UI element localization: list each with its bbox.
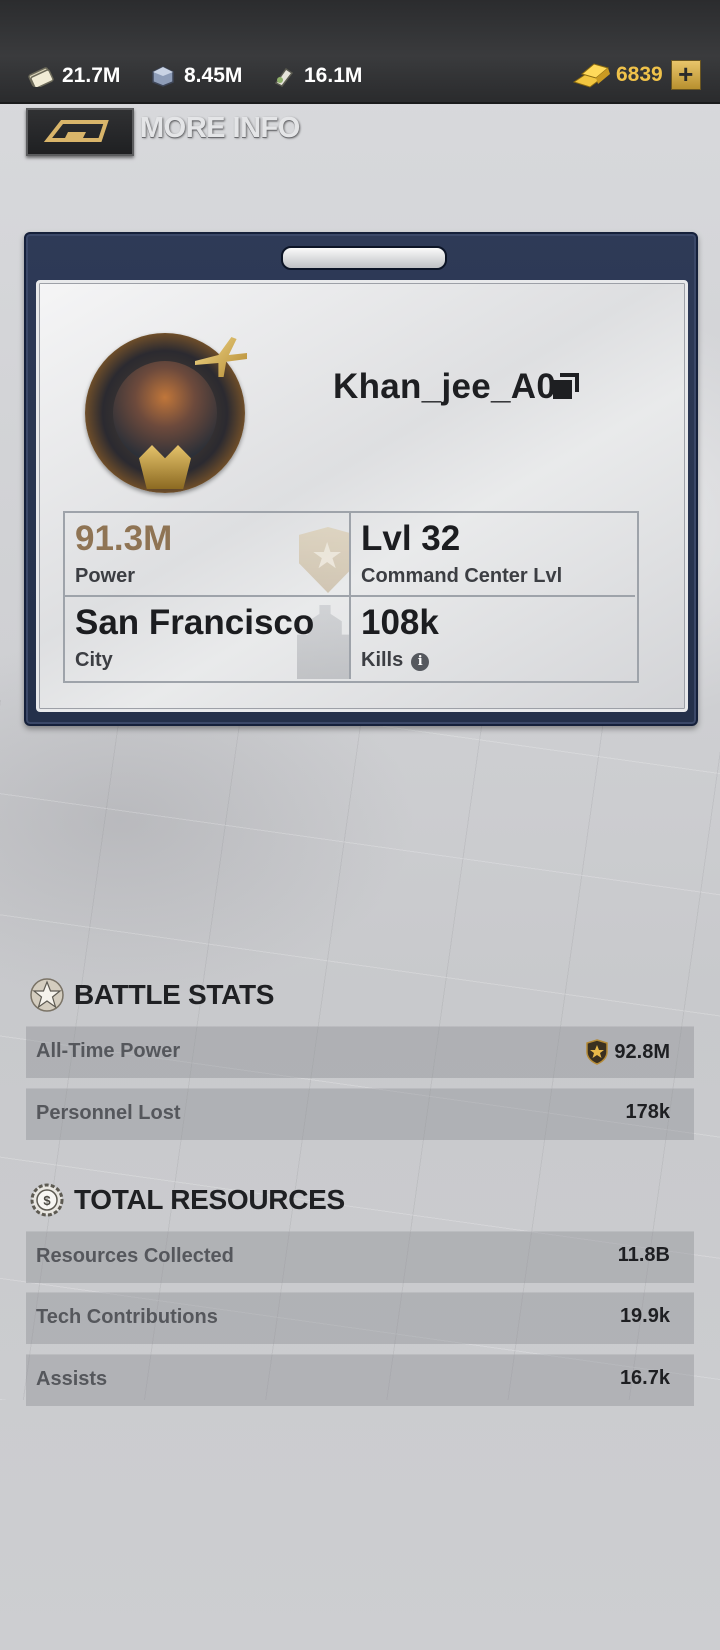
kills-value: 108k xyxy=(361,603,439,642)
resources-collected-row: Resources Collected 11.8B xyxy=(26,1231,694,1283)
row-label: All-Time Power xyxy=(36,1040,181,1062)
city-label: City xyxy=(75,649,113,671)
all-time-power-row: All-Time Power 92.8M xyxy=(26,1026,694,1078)
food-icon xyxy=(274,67,294,87)
profile-stats-grid: 91.3M Power Lvl 32 Command Center Lvl Sa… xyxy=(63,511,639,683)
cash-icon xyxy=(28,67,54,87)
kills-label: Kills xyxy=(361,649,404,671)
player-name: Khan_jee_A0 xyxy=(333,367,557,406)
city-value: San Francisco xyxy=(75,603,315,642)
card-slot xyxy=(281,246,447,270)
row-value: 16.7k xyxy=(619,1367,670,1389)
cash-value: 21.7M xyxy=(62,64,121,87)
iron-value: 8.45M xyxy=(184,64,243,87)
command-center-stat: Lvl 32 Command Center Lvl xyxy=(351,513,635,597)
info-icon[interactable]: i xyxy=(411,653,430,671)
power-label: Power xyxy=(75,565,136,587)
coin-gear-icon: $ xyxy=(30,1183,64,1217)
gold-value: 6839 xyxy=(616,63,663,86)
row-label: Assists xyxy=(36,1368,108,1390)
battle-stats-header: BATTLE STATS xyxy=(30,978,274,1012)
cash-resource[interactable]: 21.7M xyxy=(28,62,120,90)
assists-row: Assists 16.7k xyxy=(26,1354,694,1406)
avatar-portrait xyxy=(113,361,217,465)
card-body: Khan_jee_A0 91.3M Power Lvl 32 Command C… xyxy=(36,280,688,712)
kills-label-row: Kills i xyxy=(361,649,430,672)
profile-card: Khan_jee_A0 91.3M Power Lvl 32 Command C… xyxy=(24,232,698,726)
back-button[interactable] xyxy=(26,108,134,156)
food-resource[interactable]: 16.1M xyxy=(270,62,362,90)
power-value: 91.3M xyxy=(75,519,173,558)
power-shield-icon xyxy=(586,1039,609,1065)
star-icon xyxy=(30,978,64,1012)
row-value: 11.8B xyxy=(617,1244,670,1266)
total-resources-header: $ TOTAL RESOURCES xyxy=(30,1183,345,1217)
page-title: MORE INFO xyxy=(140,112,300,144)
city-stat: San Francisco City xyxy=(65,597,351,679)
shield-watermark-icon xyxy=(299,527,349,593)
copy-icon[interactable] xyxy=(551,371,581,401)
tech-contributions-row: Tech Contributions 19.9k xyxy=(26,1292,694,1344)
iron-resource[interactable]: 8.45M xyxy=(150,62,242,90)
add-gold-button[interactable]: + xyxy=(670,60,701,90)
kills-stat: 108k Kills i xyxy=(351,597,635,679)
battle-stats-title: BATTLE STATS xyxy=(74,979,275,1010)
gold-display[interactable]: 6839 + xyxy=(572,60,701,90)
back-arrow-icon xyxy=(43,120,109,142)
total-resources-title: TOTAL RESOURCES xyxy=(74,1184,345,1215)
row-label: Resources Collected xyxy=(36,1245,234,1267)
row-value: 19.9k xyxy=(619,1305,670,1327)
food-value: 16.1M xyxy=(304,64,363,87)
row-value: 178k xyxy=(625,1101,671,1123)
row-value: 92.8M xyxy=(614,1040,670,1063)
level-label: Command Center Lvl xyxy=(361,565,563,587)
svg-text:$: $ xyxy=(43,1193,51,1208)
avatar[interactable] xyxy=(85,333,247,493)
power-stat: 91.3M Power xyxy=(65,513,351,597)
personnel-lost-row: Personnel Lost 178k xyxy=(26,1088,694,1140)
gold-bars-icon xyxy=(572,63,610,88)
row-label: Personnel Lost xyxy=(36,1102,181,1124)
row-label: Tech Contributions xyxy=(36,1306,218,1328)
resource-bar: 21.7M 8.45M 16.1M 6839 + xyxy=(0,0,720,104)
level-value: Lvl 32 xyxy=(361,519,461,558)
iron-icon xyxy=(152,66,174,87)
plane-icon xyxy=(195,337,247,377)
all-time-power-value-wrap: 92.8M xyxy=(586,1039,670,1065)
